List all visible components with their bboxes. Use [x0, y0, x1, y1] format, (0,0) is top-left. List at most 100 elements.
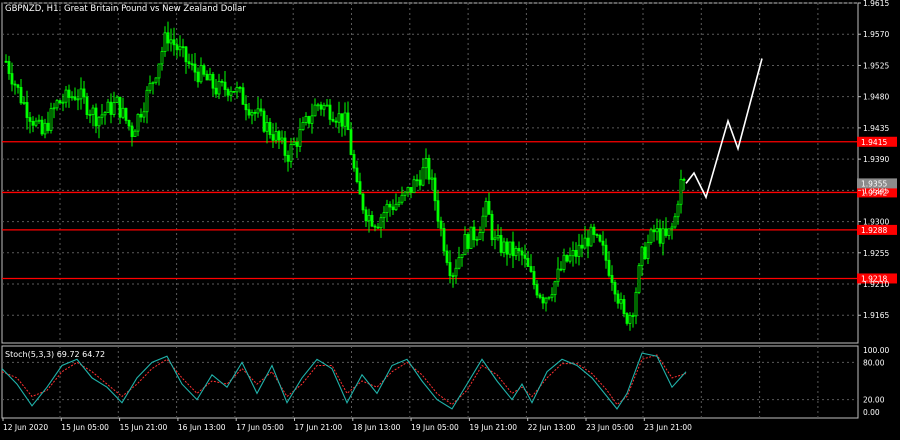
- candle-body: [64, 89, 68, 103]
- candle-body: [421, 167, 425, 186]
- candle-body: [49, 108, 53, 131]
- time-tick-label: 22 Jun 13:00: [528, 423, 576, 432]
- candle-body: [493, 237, 497, 241]
- candle-body: [379, 217, 383, 229]
- candle-body: [310, 115, 314, 124]
- candle-body: [391, 206, 395, 211]
- candle-body: [154, 77, 158, 83]
- candle-body: [445, 250, 449, 263]
- candle-body: [301, 122, 305, 131]
- candle-body: [295, 141, 299, 147]
- candle-body: [376, 226, 380, 229]
- chart-canvas[interactable]: 1.94151.93421.92881.9218 1.96151.95701.9…: [0, 0, 900, 436]
- candle-body: [121, 107, 125, 118]
- candle-body: [181, 46, 185, 49]
- price-tick-label: 1.9615: [863, 0, 889, 8]
- candle-body: [76, 98, 80, 101]
- price-tick-label: 1.9390: [863, 155, 889, 164]
- candle-body: [547, 296, 551, 299]
- candle-body: [589, 226, 593, 247]
- candle-body: [283, 137, 287, 156]
- candle-body: [82, 88, 86, 98]
- candle-body: [31, 120, 35, 126]
- candle-body: [433, 177, 437, 202]
- candle-body: [58, 100, 62, 104]
- candle-body: [616, 293, 620, 304]
- candle-body: [625, 313, 629, 324]
- candle-body: [670, 226, 674, 230]
- candle-body: [598, 235, 602, 242]
- candle-body: [592, 226, 596, 235]
- candle-body: [427, 157, 431, 180]
- candle-body: [199, 65, 203, 83]
- candle-body: [568, 255, 572, 262]
- chart-title: GBPNZD, H1: Great Britain Pound vs New Z…: [5, 4, 246, 14]
- candle-body: [148, 83, 152, 91]
- candle-body: [628, 315, 632, 324]
- candle-body: [562, 254, 566, 270]
- candle-body: [352, 154, 356, 169]
- candle-body: [394, 203, 398, 211]
- time-tick-label: 23 Jun 21:00: [644, 423, 692, 432]
- candle-body: [238, 86, 242, 89]
- candle-body: [406, 187, 410, 193]
- candle-body: [325, 104, 329, 107]
- candle-body: [400, 194, 404, 203]
- candle-body: [331, 118, 335, 122]
- candle-body: [289, 144, 293, 162]
- candle-body: [52, 107, 56, 110]
- candle-body: [415, 179, 419, 182]
- candle-body: [157, 63, 161, 79]
- candle-body: [193, 63, 197, 73]
- candle-body: [346, 112, 350, 131]
- level-price-label: 1.9288: [861, 226, 887, 235]
- candle-body: [580, 244, 584, 249]
- candle-body: [556, 268, 560, 283]
- candle-body: [79, 88, 83, 100]
- candle-body: [517, 248, 521, 252]
- candle-body: [277, 131, 281, 141]
- time-tick-label: 18 Jun 13:00: [353, 423, 401, 432]
- candle-body: [355, 167, 359, 183]
- candle-body: [13, 83, 17, 86]
- candle-body: [187, 61, 191, 65]
- candle-body: [22, 102, 26, 104]
- candle-body: [496, 235, 500, 239]
- candle-body: [523, 254, 527, 259]
- candle-body: [490, 213, 494, 241]
- candle-body: [175, 44, 179, 51]
- candle-body: [70, 96, 74, 99]
- candle-body: [268, 121, 272, 135]
- candle-body: [646, 242, 650, 259]
- candle-body: [529, 266, 533, 272]
- candle-body: [373, 225, 377, 228]
- candle-body: [601, 240, 605, 246]
- candle-body: [232, 90, 236, 93]
- candle-body: [178, 46, 182, 51]
- candle-body: [304, 116, 308, 123]
- candle-body: [166, 32, 170, 44]
- candle-body: [634, 291, 638, 317]
- candle-body: [577, 244, 581, 257]
- candle-body: [340, 113, 344, 127]
- candle-body: [538, 294, 542, 298]
- candle-body: [508, 241, 512, 255]
- chart-background: [0, 0, 900, 436]
- candle-body: [280, 137, 284, 141]
- candle-body: [151, 81, 155, 84]
- candle-body: [649, 229, 653, 243]
- candle-body: [502, 241, 506, 253]
- candle-body: [94, 107, 98, 127]
- level-price-label: 1.9415: [861, 138, 887, 147]
- candle-body: [262, 110, 266, 132]
- chart-window[interactable]: 1.9415 1.9342 1.9288 1.9218 1.9615 1.9570 1.9…: [0, 0, 900, 436]
- candle-body: [112, 102, 116, 115]
- candle-body: [604, 244, 608, 261]
- candle-body: [208, 73, 212, 81]
- time-tick-label: 15 Jun 21:00: [120, 423, 168, 432]
- time-tick-label: 12 Jun 2020: [3, 423, 48, 432]
- candle-body: [223, 81, 227, 90]
- candle-body: [25, 102, 29, 118]
- candle-body: [259, 108, 263, 112]
- candle-body: [487, 200, 491, 215]
